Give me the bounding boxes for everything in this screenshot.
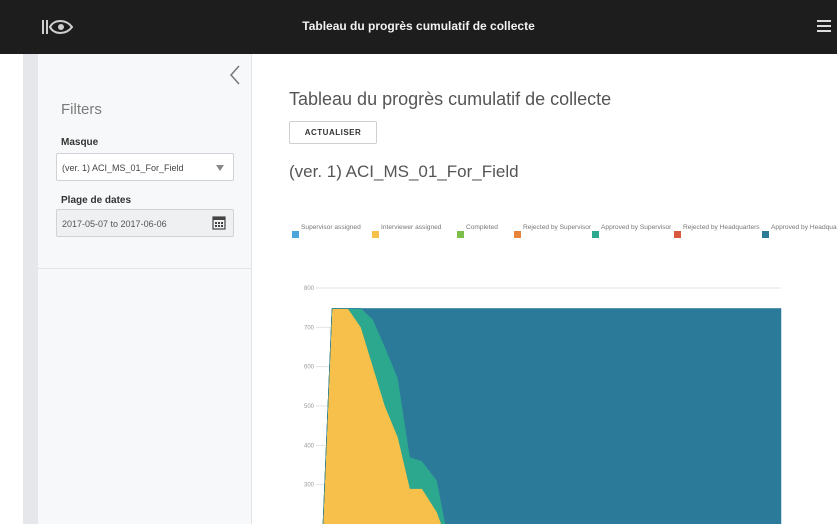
date-range-value: 2017-05-07 to 2017-06-06 <box>62 219 167 229</box>
dropdown-caret-icon <box>216 165 224 171</box>
refresh-button[interactable]: ACTUALISER <box>289 121 377 144</box>
y-tick-label: 700 <box>304 325 315 331</box>
y-tick-label: 300 <box>304 483 315 489</box>
y-tick-label: 400 <box>304 443 315 449</box>
y-axis-ticks: 300 400 500 600 700 800 <box>304 286 315 489</box>
date-range-input[interactable]: 2017-05-07 to 2017-06-06 <box>56 209 234 237</box>
questionnaire-value: (ver. 1) ACI_MS_01_For_Field <box>62 163 184 173</box>
calendar-icon[interactable] <box>212 216 226 230</box>
questionnaire-subtitle: (ver. 1) ACI_MS_01_For_Field <box>289 162 519 181</box>
page-title: Tableau du progrès cumulatif de collecte <box>289 89 612 109</box>
y-tick-label: 500 <box>304 404 315 410</box>
sidebar-divider <box>38 268 252 269</box>
filters-title: Filters <box>61 101 102 118</box>
top-bar: Tableau du progrès cumulatif de collecte <box>0 0 837 54</box>
left-stripe <box>23 54 38 524</box>
cumulative-progress-chart: 300 400 500 600 700 800 <box>304 286 782 524</box>
chevron-left-icon[interactable] <box>227 64 243 86</box>
y-tick-label: 800 <box>304 286 315 292</box>
date-range-label: Plage de dates <box>61 195 132 206</box>
hamburger-menu-icon[interactable] <box>817 20 831 32</box>
questionnaire-label: Masque <box>61 137 99 148</box>
chart-areas <box>322 308 782 524</box>
y-tick-label: 600 <box>304 365 315 371</box>
app-title: Tableau du progrès cumulatif de collecte <box>302 19 535 33</box>
questionnaire-select[interactable]: (ver. 1) ACI_MS_01_For_Field <box>56 153 234 181</box>
filters-sidebar <box>38 54 252 524</box>
